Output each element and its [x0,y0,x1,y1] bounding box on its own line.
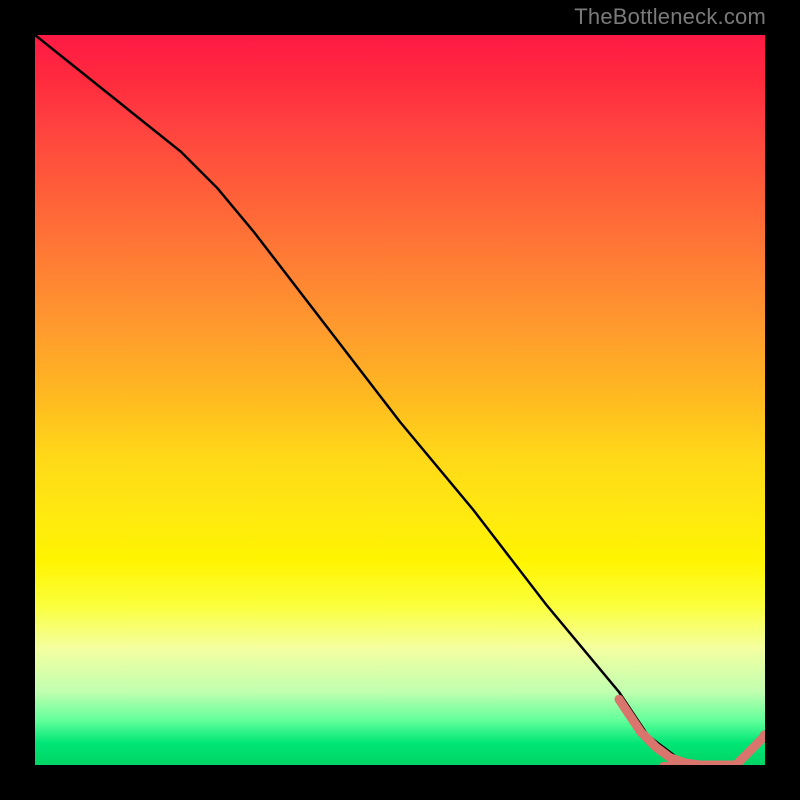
chart-gradient-area [35,35,765,765]
watermark-text: TheBottleneck.com [574,4,766,30]
chart-frame: TheBottleneck.com [0,0,800,800]
